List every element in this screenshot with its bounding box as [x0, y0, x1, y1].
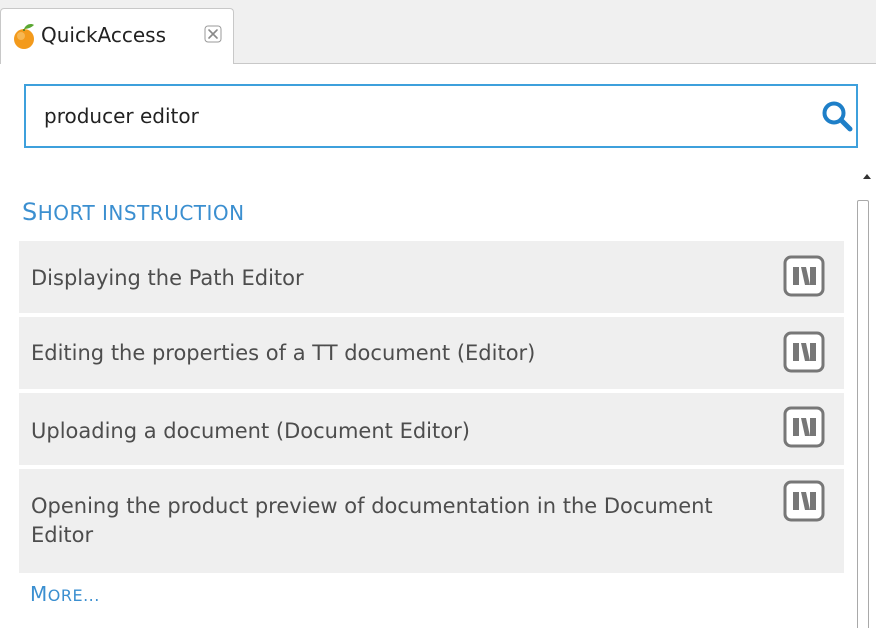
scrollbar-thumb[interactable]: [857, 200, 869, 628]
book-icon: [783, 255, 825, 297]
search-box: [24, 84, 858, 148]
result-item[interactable]: Opening the product preview of documenta…: [19, 469, 844, 573]
search-icon[interactable]: [820, 99, 854, 133]
result-item[interactable]: Uploading a document (Document Editor): [19, 393, 844, 465]
more-link-rest: ORE...: [47, 586, 100, 605]
section-title-rest: HORT INSTRUCTION: [37, 201, 245, 225]
section-title: SHORT INSTRUCTION: [22, 198, 245, 232]
result-label: Displaying the Path Editor: [31, 266, 304, 290]
book-icon: [783, 331, 825, 373]
more-link[interactable]: MORE...: [30, 582, 100, 606]
result-label: Opening the product preview of documenta…: [31, 494, 713, 547]
scroll-up-arrow-icon[interactable]: [858, 168, 876, 186]
result-item[interactable]: Editing the properties of a TT document …: [19, 317, 844, 389]
close-icon[interactable]: [204, 25, 222, 43]
orange-icon: [14, 24, 34, 49]
tab-quickaccess[interactable]: QuickAccess: [0, 8, 234, 64]
book-icon: [783, 406, 825, 448]
more-link-initial: M: [30, 582, 48, 606]
result-item[interactable]: Displaying the Path Editor: [19, 241, 844, 313]
result-label: Editing the properties of a TT document …: [31, 341, 536, 365]
search-input[interactable]: [44, 98, 804, 134]
result-label: Uploading a document (Document Editor): [31, 419, 470, 443]
section-title-initial: S: [22, 198, 38, 226]
tab-bar: QuickAccess: [0, 0, 876, 64]
tab-label: QuickAccess: [41, 23, 167, 47]
book-icon: [783, 480, 825, 522]
